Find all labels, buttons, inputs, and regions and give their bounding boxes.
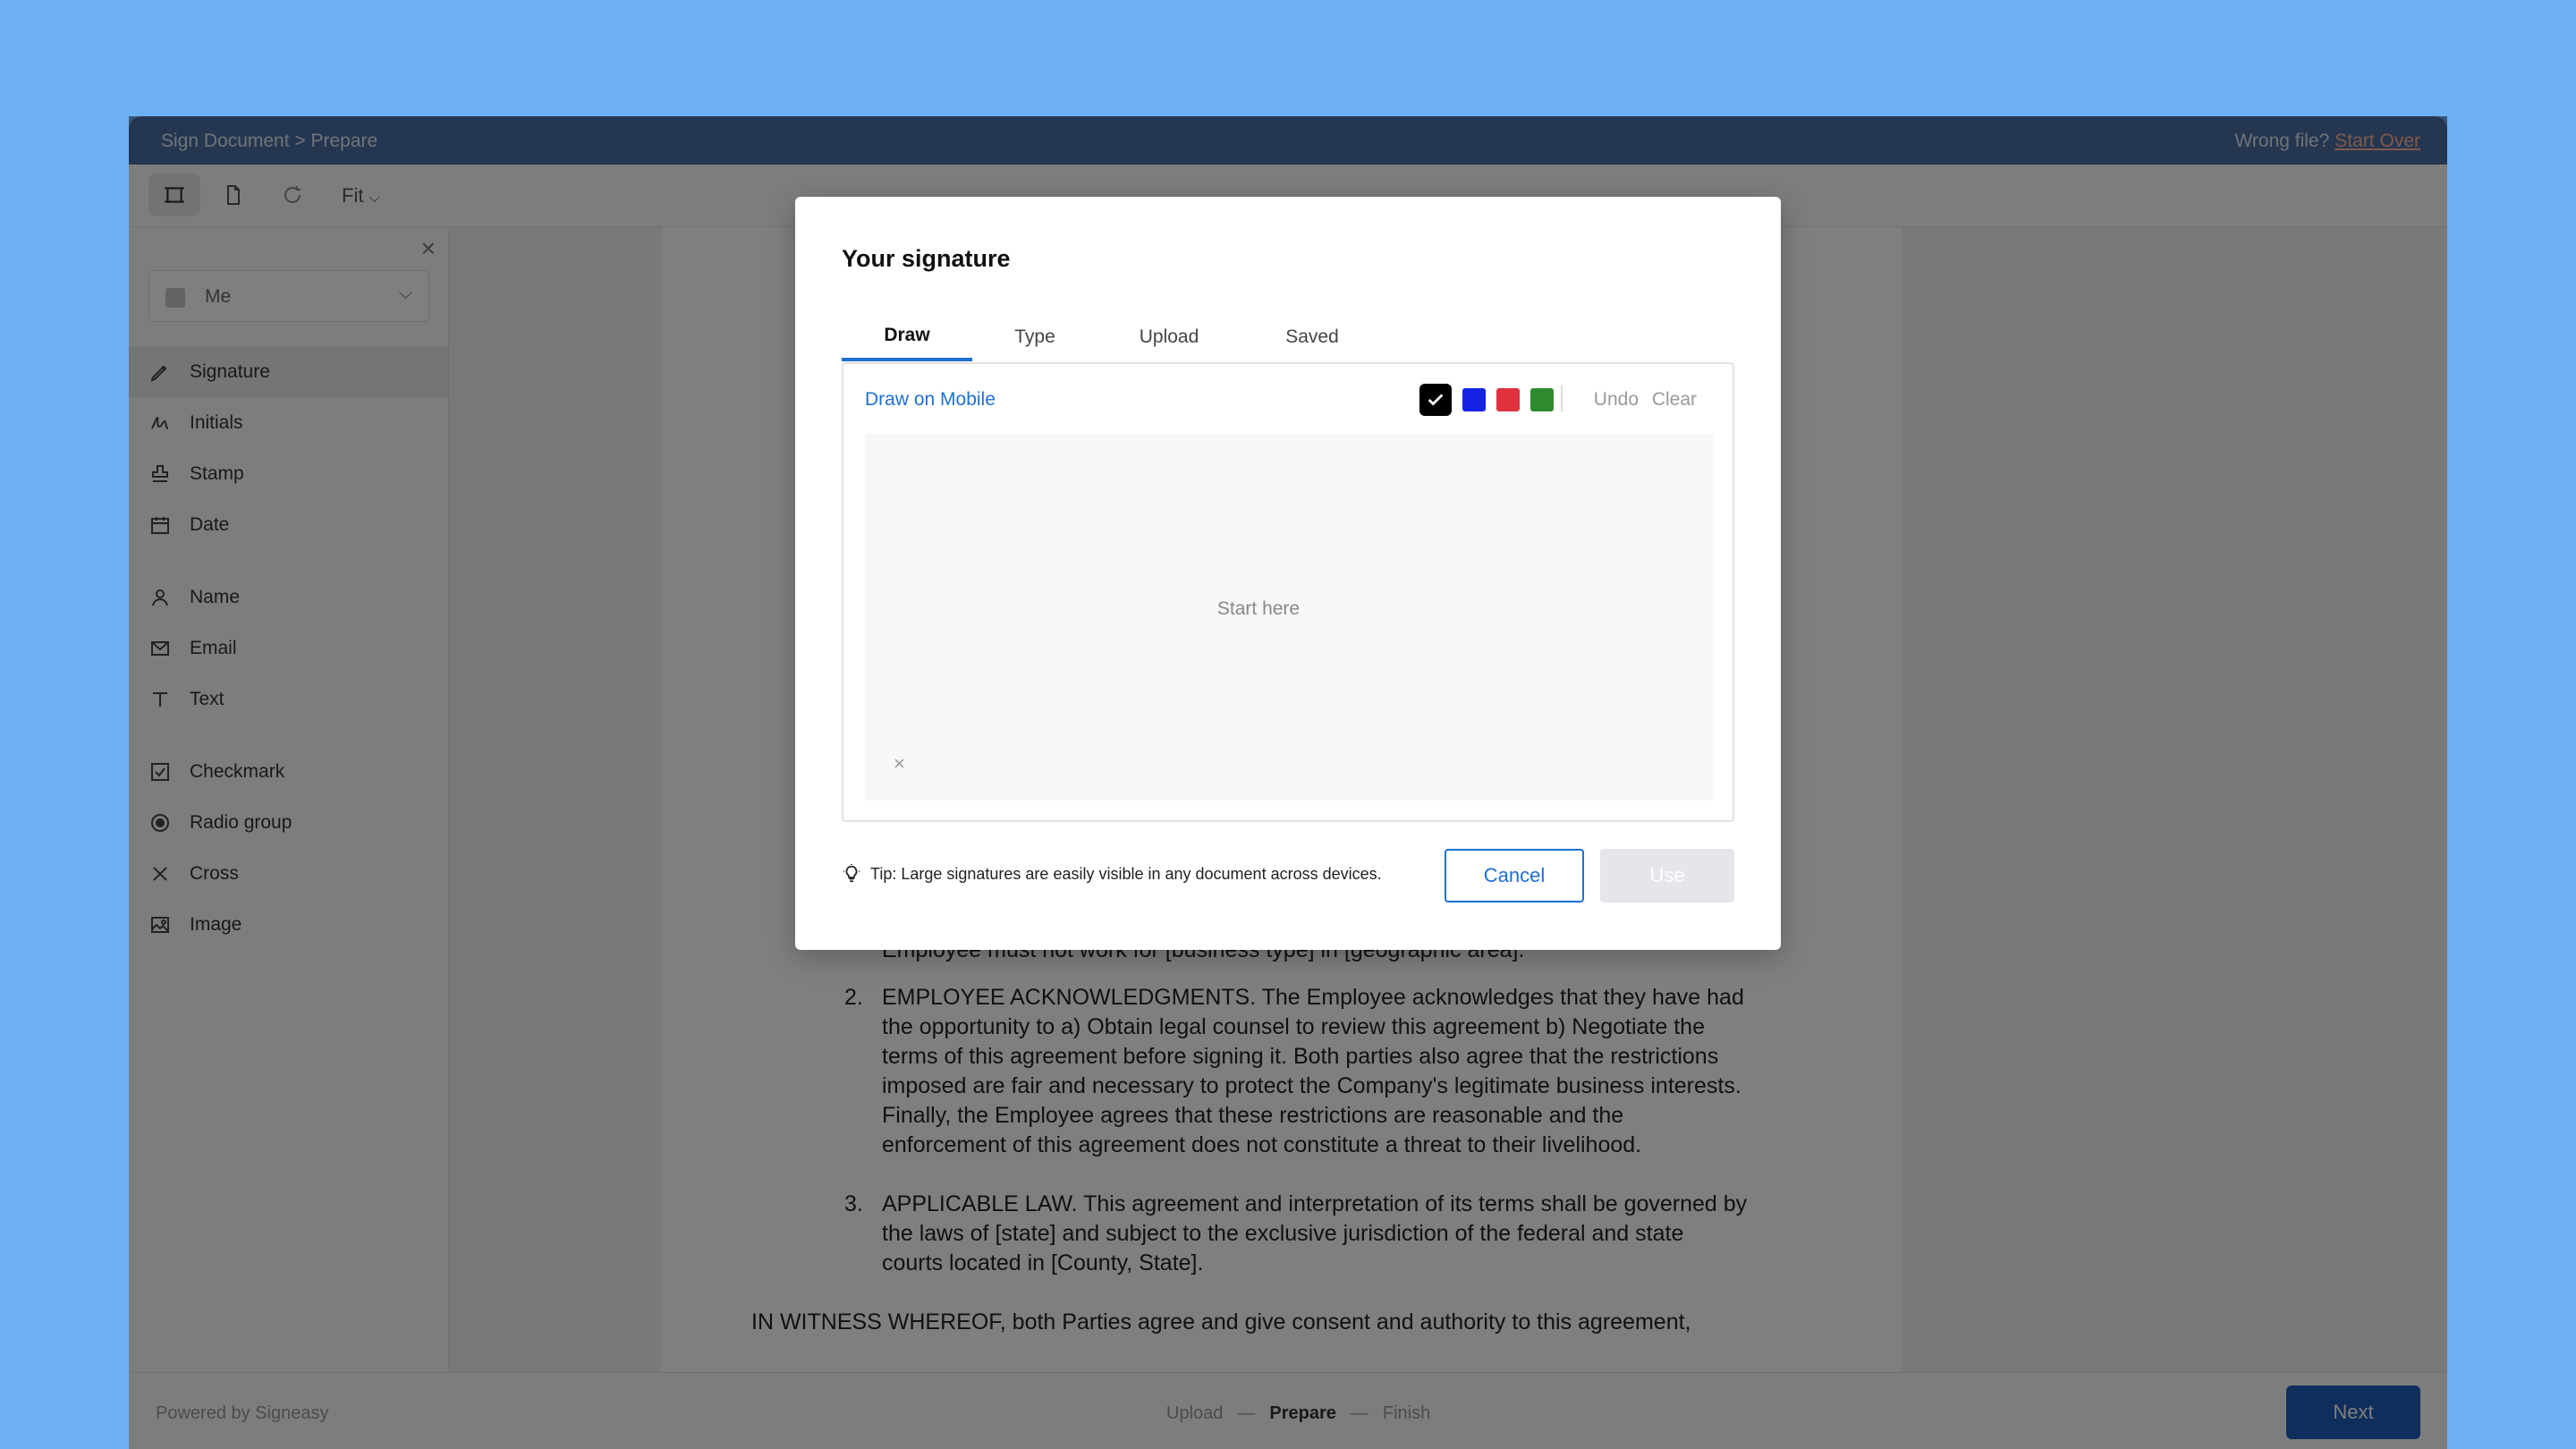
tab-upload[interactable]: Upload	[1097, 313, 1241, 361]
color-picker	[1419, 384, 1554, 416]
undo-button[interactable]: Undo	[1594, 389, 1639, 411]
tip-text: Tip: Large signatures are easily visible…	[870, 864, 1382, 883]
clear-button[interactable]: Clear	[1652, 389, 1697, 411]
draw-panel: Draw on Mobile Undo Clear Start here ×	[842, 362, 1734, 822]
color-swatch-blue[interactable]	[1462, 388, 1486, 411]
tab-type[interactable]: Type	[972, 313, 1097, 361]
tab-draw[interactable]: Draw	[842, 313, 972, 361]
tip: Tip: Large signatures are easily visible…	[842, 864, 1382, 884]
tab-saved[interactable]: Saved	[1241, 313, 1384, 361]
cancel-button[interactable]: Cancel	[1445, 849, 1584, 902]
draw-on-mobile-link[interactable]: Draw on Mobile	[865, 389, 996, 411]
signature-tabs: Draw Type Upload Saved	[842, 313, 1734, 361]
use-button[interactable]: Use	[1600, 849, 1734, 902]
signature-canvas[interactable]: Start here ×	[865, 434, 1713, 801]
lightbulb-icon	[843, 864, 860, 883]
canvas-hint: Start here	[1216, 598, 1301, 619]
color-swatch-black[interactable]	[1419, 384, 1452, 416]
check-icon	[1428, 394, 1444, 406]
background: Sign Document > Prepare Wrong file?Start…	[0, 0, 2576, 1449]
color-swatch-green[interactable]	[1530, 388, 1554, 411]
toolbar-divider	[1561, 386, 1563, 412]
color-swatch-red[interactable]	[1496, 388, 1520, 411]
modal-title: Your signature	[842, 245, 1011, 272]
signature-modal: Your signature Draw Type Upload Saved Dr…	[795, 197, 1781, 950]
signature-line-x-icon: ×	[894, 752, 905, 775]
